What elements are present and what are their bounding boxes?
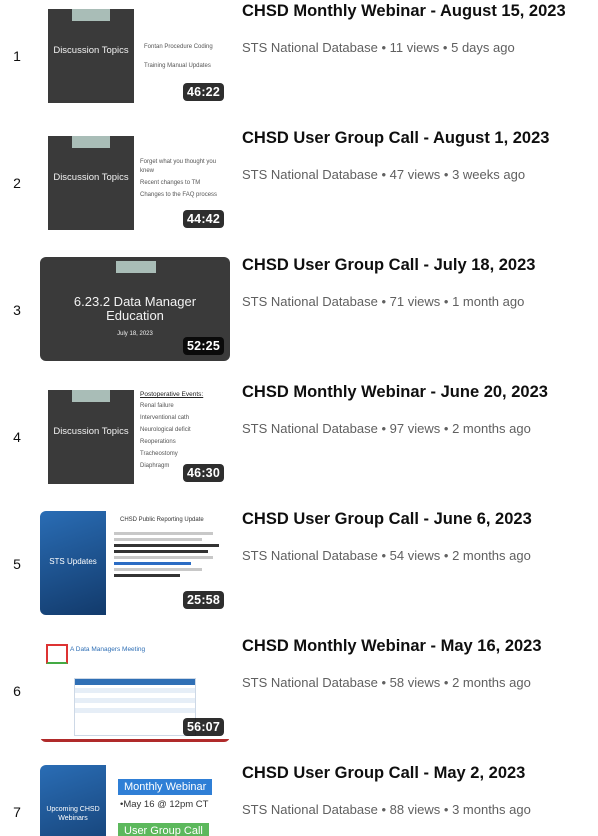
upload-age: 5 days ago <box>451 40 515 55</box>
duration-badge: 44:42 <box>183 210 224 228</box>
upload-age: 3 months ago <box>452 802 531 817</box>
view-count: 54 views <box>389 548 441 563</box>
video-thumbnail[interactable]: A Data Managers Meeting 56:07 <box>40 638 230 742</box>
slide-panel: Discussion Topics <box>48 136 134 230</box>
playlist-item[interactable]: 3 6.23.2 Data Manager Education July 18,… <box>0 254 598 374</box>
slide-bullets: Postoperative Events: Renal failure Inte… <box>140 391 204 469</box>
slide-heading: CHSD Public Reporting Update <box>120 517 204 523</box>
slide-text-lines <box>114 529 224 580</box>
video-metadata: STS National Database • 88 views • 3 mon… <box>242 802 531 817</box>
video-title[interactable]: CHSD User Group Call - May 2, 2023 <box>242 764 525 783</box>
playlist-item[interactable]: 6 A Data Managers Meeting 56:07 CHSD Mon… <box>0 635 598 755</box>
slide-title: Discussion Topics <box>53 426 129 437</box>
item-index: 4 <box>13 429 21 445</box>
slide-bullets: Fontan Procedure Coding Training Manual … <box>144 44 213 69</box>
view-count: 11 views <box>389 40 440 55</box>
webinar-badge: Monthly Webinar <box>118 779 213 795</box>
webinar-date: •May 16 @ 12pm CT <box>120 799 209 810</box>
video-thumbnail[interactable]: Discussion Topics Forget what you though… <box>40 130 230 234</box>
item-index: 3 <box>13 302 21 318</box>
view-count: 58 views <box>389 675 441 690</box>
video-title[interactable]: CHSD Monthly Webinar - June 20, 2023 <box>242 383 548 402</box>
channel-name[interactable]: STS National Database <box>242 40 378 55</box>
channel-name[interactable]: STS National Database <box>242 167 378 182</box>
slide-panel: Upcoming CHSD Webinars <box>40 765 106 836</box>
item-index: 5 <box>13 556 21 572</box>
video-thumbnail[interactable]: Discussion Topics Postoperative Events: … <box>40 384 230 488</box>
view-count: 97 views <box>389 421 441 436</box>
view-count: 88 views <box>389 802 441 817</box>
video-title[interactable]: CHSD Monthly Webinar - May 16, 2023 <box>242 637 542 656</box>
slide-title: Discussion Topics <box>53 172 129 183</box>
playlist-item[interactable]: 5 STS Updates CHSD Public Reporting Upda… <box>0 508 598 628</box>
video-thumbnail[interactable]: 6.23.2 Data Manager Education July 18, 2… <box>40 257 230 361</box>
upload-age: 3 weeks ago <box>452 167 526 182</box>
upload-age: 1 month ago <box>452 294 525 309</box>
video-metadata: STS National Database • 47 views • 3 wee… <box>242 167 526 182</box>
user-group-badge: User Group Call <box>118 823 209 836</box>
item-index: 2 <box>13 175 21 191</box>
playlist-item[interactable]: 4 Discussion Topics Postoperative Events… <box>0 381 598 501</box>
upload-age: 2 months ago <box>452 675 531 690</box>
duration-badge: 46:22 <box>183 83 224 101</box>
duration-badge: 56:07 <box>183 718 224 736</box>
slide-title: STS Updates <box>49 557 97 566</box>
playlist-item[interactable]: 7 Upcoming CHSD Webinars Monthly Webinar… <box>0 762 598 836</box>
slide-panel: STS Updates <box>40 511 106 615</box>
view-count: 71 views <box>389 294 441 309</box>
playlist-item[interactable]: 1 Discussion Topics Fontan Procedure Cod… <box>0 0 598 120</box>
video-metadata: STS National Database • 11 views • 5 day… <box>242 40 515 55</box>
channel-name[interactable]: STS National Database <box>242 548 378 563</box>
slide-panel: Discussion Topics <box>48 390 134 484</box>
video-thumbnail[interactable]: STS Updates CHSD Public Reporting Update… <box>40 511 230 615</box>
playlist-item[interactable]: 2 Discussion Topics Forget what you thou… <box>0 127 598 247</box>
video-thumbnail[interactable]: Upcoming CHSD Webinars Monthly Webinar •… <box>40 765 230 836</box>
video-title[interactable]: CHSD User Group Call - June 6, 2023 <box>242 510 532 529</box>
slide-footer-bar <box>40 739 230 742</box>
video-thumbnail[interactable]: Discussion Topics Fontan Procedure Codin… <box>40 3 230 107</box>
channel-name[interactable]: STS National Database <box>242 802 378 817</box>
upload-age: 2 months ago <box>452 548 531 563</box>
channel-name[interactable]: STS National Database <box>242 294 378 309</box>
slide-title: 6.23.2 Data Manager Education <box>73 294 197 323</box>
item-index: 1 <box>13 48 21 64</box>
logo-mark <box>46 644 68 664</box>
video-metadata: STS National Database • 54 views • 2 mon… <box>242 548 531 563</box>
channel-name[interactable]: STS National Database <box>242 675 378 690</box>
slide-panel: Discussion Topics <box>48 9 134 103</box>
upload-age: 2 months ago <box>452 421 531 436</box>
duration-badge: 25:58 <box>183 591 224 609</box>
item-index: 6 <box>13 683 21 699</box>
duration-badge: 52:25 <box>183 337 224 355</box>
video-title[interactable]: CHSD User Group Call - August 1, 2023 <box>242 129 549 148</box>
video-metadata: STS National Database • 58 views • 2 mon… <box>242 675 531 690</box>
slide-bullets: Forget what you thought you knew Recent … <box>140 159 218 198</box>
slide-title: A Data Managers Meeting <box>70 646 146 653</box>
item-index: 7 <box>13 804 21 820</box>
slide-table <box>74 678 196 736</box>
video-title[interactable]: CHSD Monthly Webinar - August 15, 2023 <box>242 2 566 21</box>
video-metadata: STS National Database • 97 views • 2 mon… <box>242 421 531 436</box>
video-title[interactable]: CHSD User Group Call - July 18, 2023 <box>242 256 535 275</box>
view-count: 47 views <box>389 167 441 182</box>
slide-title: Upcoming CHSD Webinars <box>46 806 100 822</box>
slide-title: Discussion Topics <box>53 45 129 56</box>
channel-name[interactable]: STS National Database <box>242 421 378 436</box>
duration-badge: 46:30 <box>183 464 224 482</box>
video-metadata: STS National Database • 71 views • 1 mon… <box>242 294 525 309</box>
